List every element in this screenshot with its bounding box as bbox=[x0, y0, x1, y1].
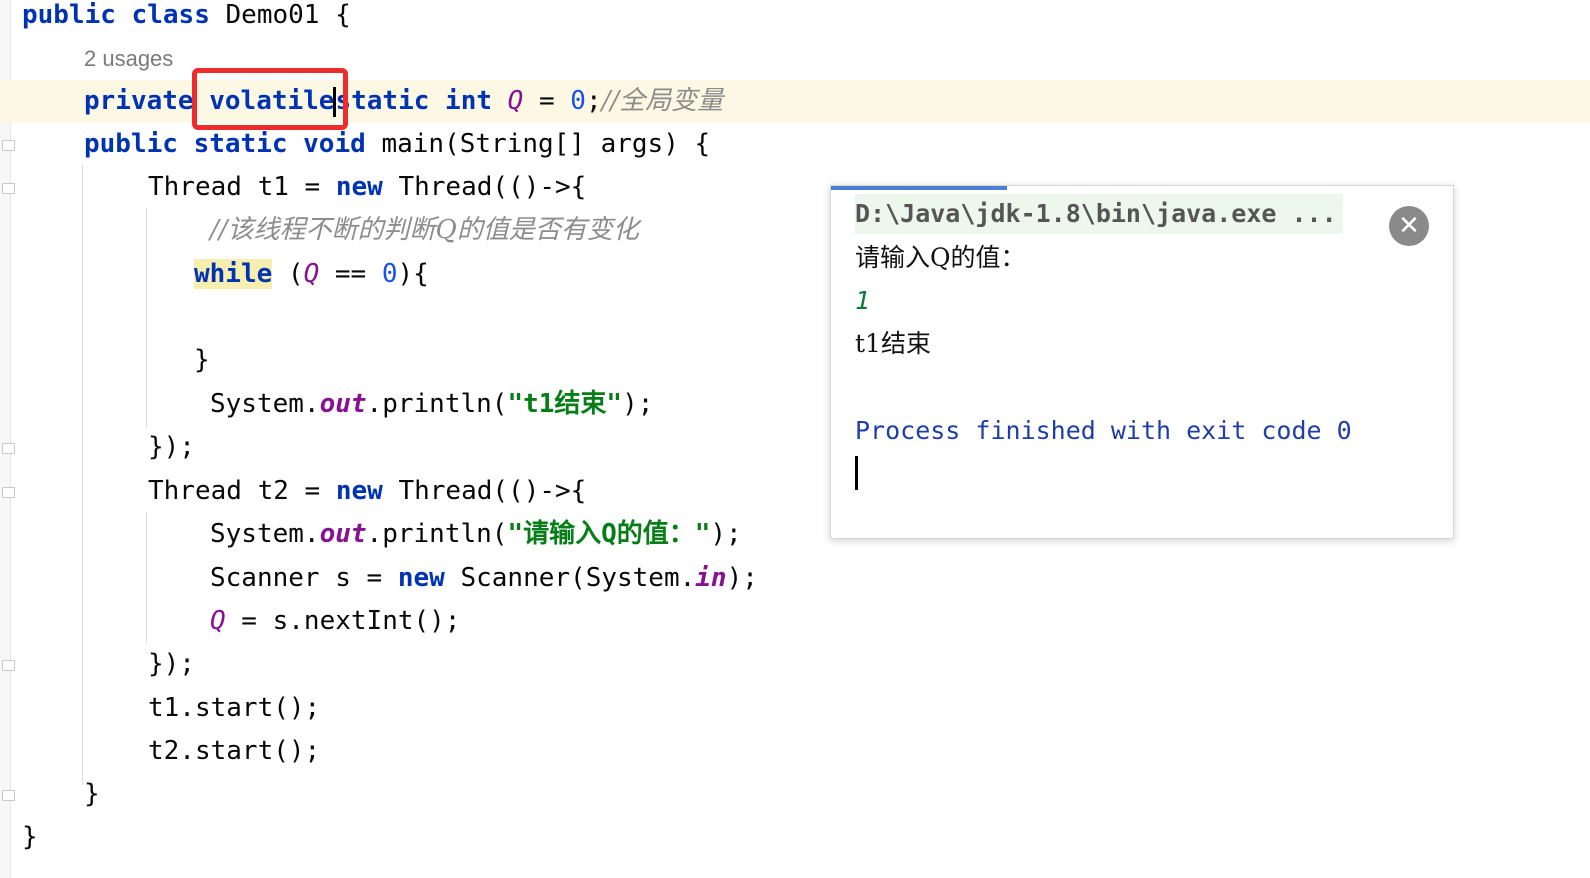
volatile-highlight-box bbox=[192, 68, 348, 130]
console-progress-bar bbox=[831, 186, 1007, 190]
code-line: public class Demo01 { bbox=[22, 0, 351, 30]
console-output-text: t1结束 bbox=[855, 329, 931, 358]
run-console-popup[interactable]: D:\Java\jdk-1.8\bin\java.exe ... 请输入Q的值：… bbox=[830, 185, 1454, 539]
console-user-input: 1 bbox=[855, 286, 871, 315]
code-line: }); bbox=[148, 649, 195, 679]
close-icon[interactable]: ✕ bbox=[1389, 206, 1429, 246]
console-prompt-text: 请输入Q的值： bbox=[855, 243, 1026, 272]
code-line: } bbox=[84, 779, 100, 809]
code-line: t2.start(); bbox=[148, 736, 321, 766]
code-line: Scanner s = new Scanner(System.in); bbox=[210, 563, 758, 593]
console-exit-message: Process finished with exit code 0 bbox=[855, 416, 1352, 445]
code-line: Q = s.nextInt(); bbox=[210, 606, 461, 636]
code-line: } bbox=[22, 822, 38, 852]
console-caret bbox=[855, 456, 858, 490]
while-keyword: while bbox=[194, 259, 273, 289]
console-command-line: D:\Java\jdk-1.8\bin\java.exe ... bbox=[855, 194, 1343, 234]
code-line: t1.start(); bbox=[148, 693, 321, 723]
